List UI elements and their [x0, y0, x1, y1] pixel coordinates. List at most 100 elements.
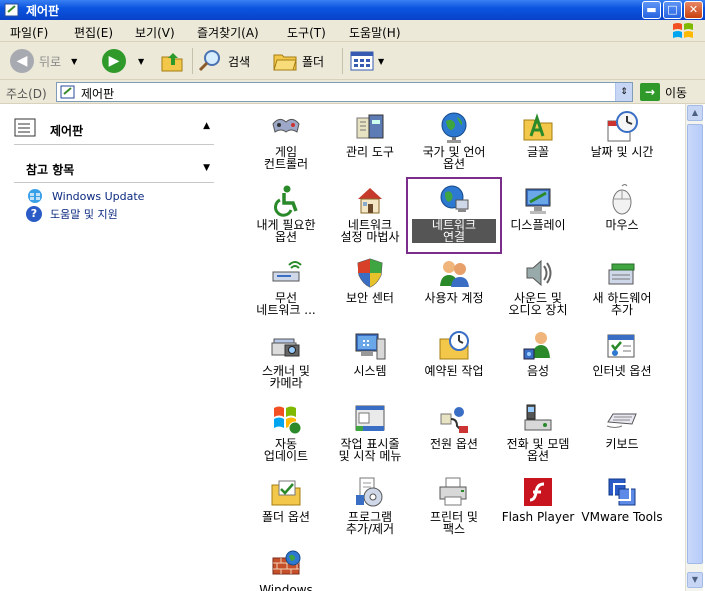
divider [14, 144, 214, 145]
windows-update-link[interactable]: Windows Update [26, 188, 144, 204]
forward-button[interactable]: ▶ ▼ [102, 47, 144, 75]
network-connections-icon [440, 185, 469, 212]
item-label: 키보드 [605, 437, 639, 451]
minimize-button[interactable]: ▬ [642, 1, 661, 19]
back-label: 뒤로 [39, 54, 62, 69]
scroll-up-button[interactable]: ▲ [687, 105, 703, 121]
security-shield-icon [357, 258, 383, 288]
help-icon: ? [26, 206, 42, 222]
see-also-header[interactable]: 참고 항목 ▼ [10, 158, 218, 184]
control-panel-item[interactable]: 스캐너 및 카메라 [244, 327, 328, 397]
control-panel-item[interactable]: 사운드 및 오디오 장치 [496, 254, 580, 324]
item-label: 새 하드웨어 추가 [592, 291, 652, 317]
item-label: 네트워크 연결 [412, 219, 496, 243]
control-panel-item[interactable]: 작업 표시줄 및 시작 메뉴 [328, 400, 412, 470]
menu-file[interactable]: 파일(F) [10, 24, 48, 41]
control-panel-item[interactable]: 전화 및 모뎀 옵션 [496, 400, 580, 470]
printer-icon [439, 477, 467, 506]
control-panel-item[interactable]: 사용자 계정 [412, 254, 496, 324]
go-button[interactable]: → 이동 [640, 83, 687, 101]
vmware-tools-icon [608, 478, 636, 506]
control-panel-item[interactable]: VMware Tools [580, 473, 664, 543]
help-support-label: 도움말 및 지원 [50, 208, 118, 221]
menu-view[interactable]: 보기(V) [135, 24, 175, 41]
item-label: 날짜 및 시간 [590, 145, 654, 159]
control-panel-item[interactable]: 음성 [496, 327, 580, 397]
menu-favorites[interactable]: 즐겨찾기(A) [197, 24, 259, 41]
item-label: 전원 옵션 [430, 437, 478, 451]
item-label: 예약된 작업 [424, 364, 484, 378]
scroll-down-button[interactable]: ▼ [687, 572, 703, 588]
menu-tools[interactable]: 도구(T) [287, 24, 326, 41]
panel-title: 제어판 [50, 124, 84, 138]
views-button[interactable]: ▼ [350, 47, 384, 75]
folders-button[interactable]: 폴더 [272, 47, 324, 75]
back-dropdown-icon[interactable]: ▼ [71, 57, 77, 66]
control-panel-item[interactable]: 폴더 옵션 [244, 473, 328, 543]
control-panel-item[interactable]: 프로그램 추가/제거 [328, 473, 412, 543]
address-input[interactable]: 제어판 ⇕ [56, 82, 633, 102]
control-panel-item[interactable]: 국가 및 언어 옵션 [412, 108, 496, 178]
folders-icon [273, 54, 297, 71]
collapse-icon[interactable]: ▲ [203, 121, 210, 131]
item-label: 디스플레이 [510, 218, 566, 232]
control-panel-item[interactable]: 게임 컨트롤러 [244, 108, 328, 178]
control-panel-item[interactable]: 내게 필요한 옵션 [244, 181, 328, 251]
address-label: 주소(D) [6, 87, 47, 101]
control-panel-panel-header[interactable]: 제어판 ▲ [10, 116, 218, 142]
speaker-icon [526, 259, 552, 287]
item-label: 시스템 [353, 364, 387, 378]
search-icon [198, 50, 220, 72]
keyboard-icon [606, 413, 637, 428]
control-panel-item[interactable]: 네트워크 설정 마법사 [328, 181, 412, 251]
windows-update-icon [28, 189, 42, 203]
close-button[interactable]: ✕ [684, 1, 703, 19]
divider [14, 182, 214, 183]
up-folder-icon [161, 53, 183, 72]
control-panel-item[interactable]: 새 하드웨어 추가 [580, 254, 664, 324]
control-panel-item[interactable]: 디스플레이 [496, 181, 580, 251]
scroll-thumb[interactable] [687, 124, 703, 564]
item-label: 글꼴 [526, 145, 550, 159]
control-panel-item[interactable]: 키보드 [580, 400, 664, 470]
item-label: 관리 도구 [346, 145, 394, 159]
menu-help[interactable]: 도움말(H) [349, 24, 401, 41]
item-label: Windows [259, 583, 313, 591]
help-support-link[interactable]: ? 도움말 및 지원 [26, 206, 118, 222]
control-panel-item[interactable]: 무선 네트워크 ... [244, 254, 328, 324]
control-panel-item[interactable]: 시스템 [328, 327, 412, 397]
forward-dropdown-icon[interactable]: ▼ [138, 57, 144, 66]
expand-icon[interactable]: ▼ [203, 163, 210, 173]
item-label: 전화 및 모뎀 옵션 [506, 437, 570, 463]
globe-icon [441, 112, 467, 143]
control-panel-item[interactable]: Windows [244, 546, 328, 591]
item-label: 자동 업데이트 [263, 437, 309, 463]
control-panel-item[interactable]: 전원 옵션 [412, 400, 496, 470]
views-dropdown-icon: ▼ [378, 56, 385, 66]
control-panel-item[interactable]: 네트워크 연결 [412, 181, 496, 251]
control-panel-item[interactable]: 자동 업데이트 [244, 400, 328, 470]
firewall-icon [272, 550, 301, 575]
control-panel-item[interactable]: Flash Player [496, 473, 580, 543]
item-label: Flash Player [501, 510, 575, 524]
maximize-button[interactable]: □ [663, 1, 682, 19]
title-bar: 제어판 ▬ □ ✕ [0, 0, 705, 20]
mouse-icon [612, 184, 632, 215]
control-panel-item[interactable]: 인터넷 옵션 [580, 327, 664, 397]
back-button[interactable]: ◀ 뒤로 ▼ [10, 47, 77, 75]
address-dropdown-icon[interactable]: ⇕ [615, 83, 632, 101]
go-arrow-icon: → [640, 83, 660, 101]
menu-edit[interactable]: 편집(E) [74, 24, 113, 41]
control-panel-item[interactable]: 관리 도구 [328, 108, 412, 178]
control-panel-item[interactable]: 마우스 [580, 181, 664, 251]
up-folder-button[interactable] [160, 47, 184, 75]
control-panel-item[interactable]: 글꼴 [496, 108, 580, 178]
item-label: 사운드 및 오디오 장치 [508, 291, 568, 317]
control-panel-item[interactable]: 날짜 및 시간 [580, 108, 664, 178]
speech-icon [523, 332, 550, 360]
control-panel-item[interactable]: 보안 센터 [328, 254, 412, 324]
vertical-scrollbar[interactable]: ▲ ▼ [685, 104, 703, 591]
search-button[interactable]: 검색 [198, 47, 250, 75]
control-panel-item[interactable]: 프린터 및 팩스 [412, 473, 496, 543]
control-panel-item[interactable]: 예약된 작업 [412, 327, 496, 397]
